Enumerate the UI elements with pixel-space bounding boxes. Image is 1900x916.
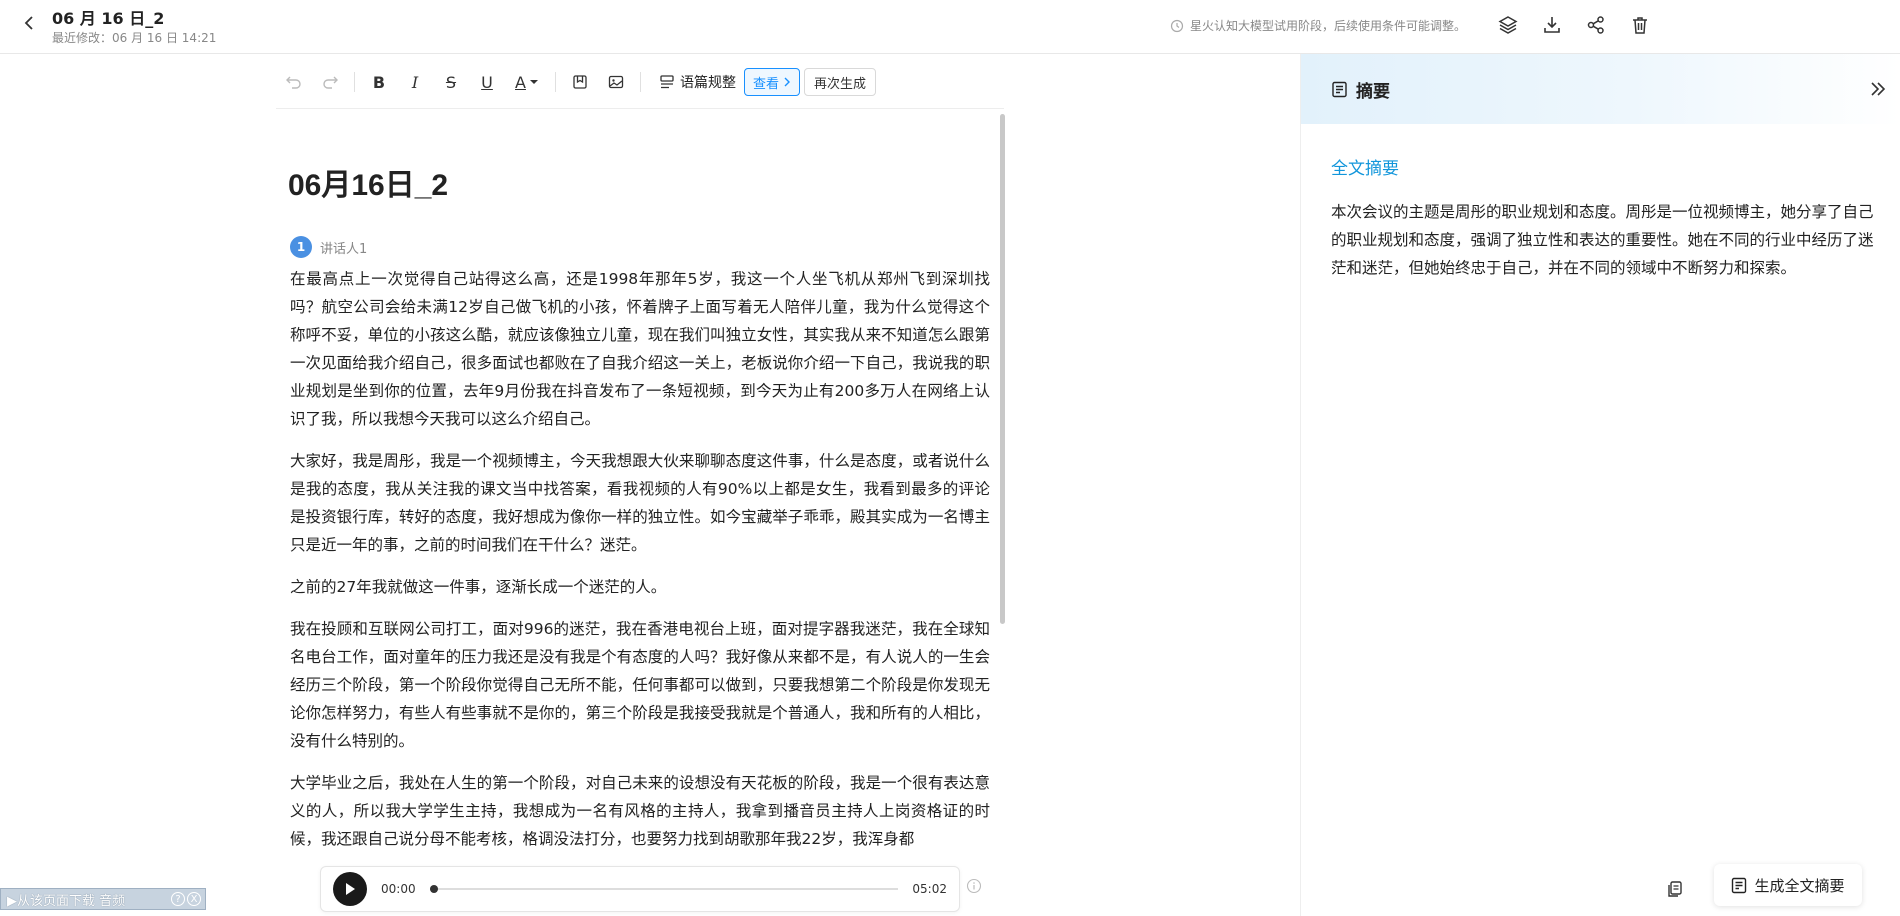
toolbar-separator — [640, 72, 641, 92]
duration: 05:02 — [912, 882, 947, 896]
share-icon[interactable] — [1584, 12, 1608, 38]
info-icon[interactable] — [966, 878, 982, 894]
image-icon[interactable] — [598, 64, 634, 100]
summary-text: 本次会议的主题是周彤的职业规划和态度。周彤是一位视频博主，她分享了自己的职业规划… — [1331, 203, 1874, 277]
document-heading[interactable]: 06月16日_2 — [288, 160, 448, 204]
timer-icon — [1170, 19, 1184, 32]
progress-knob[interactable] — [429, 885, 438, 893]
download-icon[interactable] — [1540, 12, 1564, 38]
document-scrollbar[interactable] — [1000, 114, 1005, 624]
document-icon — [1332, 81, 1347, 98]
back-arrow-icon[interactable] — [18, 12, 40, 34]
bookmark-icon[interactable] — [562, 64, 598, 100]
organize-icon — [660, 75, 674, 89]
undo-icon[interactable] — [276, 64, 312, 100]
generate-summary-label: 生成全文摘要 — [1754, 876, 1845, 895]
strikethrough-button[interactable]: S — [433, 64, 469, 100]
speaker-label: 1 讲话人1 — [290, 236, 367, 258]
collapse-panel-icon[interactable] — [1867, 78, 1889, 100]
speaker-badge[interactable]: 1 — [290, 236, 312, 258]
font-color-button[interactable]: A — [505, 64, 549, 100]
document-title: 06 月 16 日_2 — [52, 9, 165, 28]
transcript: 在最高点上一次觉得自己站得这么高，还是1998年那年5岁，我这一个人坐飞机从郑州… — [290, 265, 990, 848]
copy-icon[interactable] — [1658, 872, 1692, 906]
download-audio-link[interactable]: ▶从该页面下载 音频 — [1, 890, 125, 909]
playback-progress[interactable] — [429, 885, 899, 893]
trial-notice-text: 星火认知大模型试用阶段，后续使用条件可能调整。 — [1190, 19, 1467, 33]
summary-title: 摘要 — [1331, 77, 1390, 102]
text-organize-label: 语篇规整 — [680, 75, 736, 91]
audio-download-bar: ▶从该页面下载 音频 ? X — [0, 888, 206, 910]
transcript-paragraph[interactable]: 大学毕业之后，我处在人生的第一个阶段，对自己未来的设想没有天花板的阶段，我是一个… — [290, 769, 990, 848]
bold-button[interactable]: B — [361, 64, 397, 100]
delete-icon[interactable] — [1628, 12, 1652, 38]
toolbar-separator — [354, 72, 355, 92]
toolbar-divider — [276, 108, 1004, 109]
transcript-paragraph[interactable]: 之前的27年我就做这一件事，逐渐长成一个迷茫的人。 — [290, 573, 990, 601]
regenerate-button[interactable]: 再次生成 — [804, 68, 877, 96]
current-time: 00:00 — [381, 882, 416, 896]
chevron-right-icon — [784, 77, 791, 87]
editor-toolbar: B I S U A 语篇规整 查看 再次生成 — [276, 64, 877, 100]
document-body[interactable]: 06月16日_2 1 讲话人1 在最高点上一次觉得自己站得这么高，还是1998年… — [276, 110, 1002, 848]
header-actions — [1496, 12, 1652, 38]
play-icon — [346, 883, 355, 895]
transcript-paragraph[interactable]: 我在投顾和互联网公司打工，面对996的迷茫，我在香港电视台上班，面对提字器我迷茫… — [290, 615, 990, 755]
summary-header: 摘要 — [1301, 54, 1900, 124]
last-modified-text: 最近修改：06 月 16 日 14:21 — [52, 31, 217, 45]
play-button[interactable] — [333, 872, 367, 906]
summary-doc-icon — [1732, 877, 1747, 893]
layers-icon[interactable] — [1496, 12, 1520, 38]
view-button[interactable]: 查看 — [744, 68, 801, 96]
audio-player: 00:00 05:02 — [320, 866, 960, 912]
download-bar-controls: ? X — [171, 892, 205, 906]
summary-panel: 摘要 全文摘要 本次会议的主题是周彤的职业规划和态度。周彤是一位视频博主，她分享… — [1300, 54, 1900, 916]
summary-title-text: 摘要 — [1356, 82, 1390, 102]
full-summary-label: 全文摘要 — [1331, 159, 1399, 179]
underline-button[interactable]: U — [469, 64, 505, 100]
redo-icon[interactable] — [312, 64, 348, 100]
help-icon[interactable]: ? — [171, 892, 185, 906]
transcript-paragraph[interactable]: 大家好，我是周彤，我是一个视频博主，今天我想跟大伙来聊聊态度这件事，什么是态度，… — [290, 447, 990, 559]
close-icon[interactable]: X — [187, 892, 201, 906]
top-header: 06 月 16 日_2 最近修改：06 月 16 日 14:21 星火认知大模型… — [0, 0, 1900, 54]
trial-notice: 星火认知大模型试用阶段，后续使用条件可能调整。 — [1170, 17, 1466, 34]
view-label: 查看 — [753, 76, 780, 92]
caret-down-icon — [529, 80, 538, 84]
transcript-paragraph[interactable]: 在最高点上一次觉得自己站得这么高，还是1998年那年5岁，我这一个人坐飞机从郑州… — [290, 265, 990, 433]
speaker-name[interactable]: 讲话人1 — [320, 238, 367, 257]
text-organize-button[interactable]: 语篇规整 — [659, 72, 736, 92]
generate-summary-button[interactable]: 生成全文摘要 — [1714, 864, 1862, 906]
toolbar-separator — [555, 72, 556, 92]
italic-button[interactable]: I — [397, 64, 433, 100]
